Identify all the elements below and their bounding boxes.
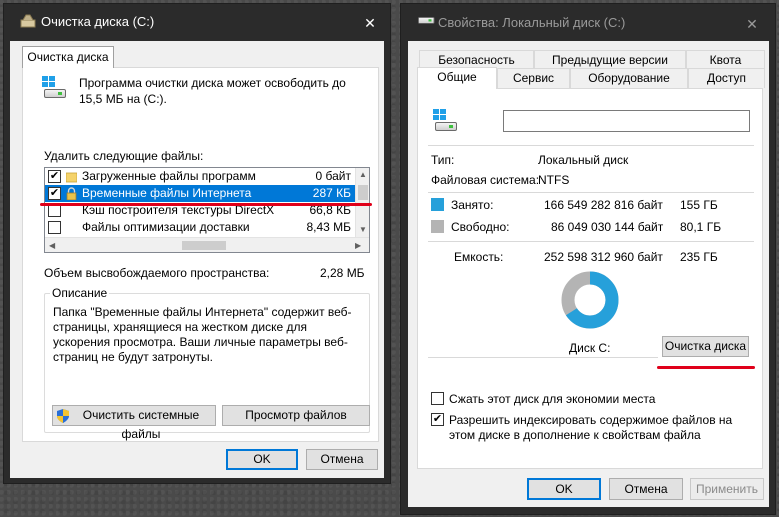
type-value: Локальный диск <box>538 153 629 167</box>
description-text: Папка "Временные файлы Интернета" содерж… <box>53 305 352 364</box>
list-item[interactable]: Файлы оптимизации доставки 8,43 МБ <box>45 219 355 236</box>
index-checkbox[interactable]: ✔ <box>431 413 444 426</box>
files-list[interactable]: ✔ Загруженные файлы программ 0 байт ✔ Вр… <box>44 167 370 253</box>
used-bytes: 166 549 282 816 байт <box>544 198 663 212</box>
properties-close-button[interactable]: ✕ <box>736 13 768 35</box>
free-label: Свободно: <box>451 220 510 234</box>
tab-previous-versions[interactable]: Предыдущие версии <box>534 50 686 70</box>
apply-button[interactable]: Применить <box>690 478 764 500</box>
index-label: Разрешить индексировать содержимое файло… <box>449 413 733 442</box>
disk-usage-donut <box>561 271 619 329</box>
compress-checkbox[interactable] <box>431 392 444 405</box>
file-checkbox[interactable] <box>48 221 61 234</box>
free-bytes: 86 049 030 144 байт <box>551 220 664 234</box>
properties-titlebar[interactable]: Свойства: Локальный диск (C:) ✕ <box>401 4 775 41</box>
disk-cleanup-window: Очистка диска (C:) ✕ Очистка диска Прогр… <box>3 3 391 484</box>
disk-cleanup-titlebar[interactable]: Очистка диска (C:) ✕ <box>4 4 390 41</box>
description-title: Описание <box>50 286 110 300</box>
used-color-swatch <box>431 198 444 211</box>
disk-cleanup-panel: Программа очистки диска может освободить… <box>22 67 379 442</box>
clean-system-files-button[interactable]: Очистить системные файлы <box>52 405 216 441</box>
scroll-right-icon[interactable]: ▶ <box>355 241 361 250</box>
cancel-button[interactable]: Отмена <box>306 449 378 470</box>
separator <box>428 145 754 146</box>
scroll-down-icon[interactable]: ▼ <box>359 225 367 234</box>
drive-title-icon <box>415 11 435 31</box>
disk-cleanup-app-icon <box>20 14 36 28</box>
list-item[interactable]: ✔ Загруженные файлы программ 0 байт <box>45 168 355 185</box>
free-color-swatch <box>431 220 444 233</box>
used-size: 155 ГБ <box>680 198 718 212</box>
capacity-bytes: 252 598 312 960 байт <box>544 250 663 264</box>
space-freed-label: Объем высвобождаемого пространства: <box>44 266 270 280</box>
scroll-thumb[interactable] <box>358 185 368 200</box>
tab-general[interactable]: Общие <box>417 67 497 89</box>
disk-label: Диск C: <box>569 341 611 355</box>
separator <box>428 192 754 193</box>
scroll-up-icon[interactable]: ▲ <box>359 170 367 179</box>
space-freed-value: 2,28 МБ <box>320 266 365 280</box>
type-label: Тип: <box>431 153 455 167</box>
ok-button[interactable]: OK <box>527 478 601 500</box>
separator <box>428 357 658 358</box>
horizontal-scrollbar[interactable]: ◀ ▶ <box>45 237 369 252</box>
red-underline-annotation <box>40 203 372 206</box>
tab-quota[interactable]: Квота <box>686 50 765 70</box>
ok-button[interactable]: OK <box>226 449 298 470</box>
tab-tools[interactable]: Сервис <box>497 68 570 88</box>
tab-disk-cleanup[interactable]: Очистка диска <box>22 46 114 68</box>
scroll-left-icon[interactable]: ◀ <box>49 241 55 250</box>
disk-cleanup-title: Очистка диска (C:) <box>41 14 155 29</box>
tab-hardware[interactable]: Оборудование <box>570 68 688 88</box>
free-size: 80,1 ГБ <box>680 220 722 234</box>
properties-window: Свойства: Локальный диск (C:) ✕ Безопасн… <box>400 3 776 515</box>
disk-cleanup-button[interactable]: Очистка диска <box>662 336 749 357</box>
tab-sharing[interactable]: Доступ <box>688 68 765 88</box>
folder-icon <box>66 172 77 183</box>
list-item[interactable]: ✔ Временные файлы Интернета 287 КБ <box>45 185 355 202</box>
used-label: Занято: <box>451 198 494 212</box>
capacity-size: 235 ГБ <box>680 250 718 264</box>
file-checkbox[interactable]: ✔ <box>48 187 61 200</box>
drive-icon <box>431 109 457 135</box>
lock-icon <box>66 187 77 200</box>
view-files-button[interactable]: Просмотр файлов <box>222 405 370 426</box>
drive-icon <box>40 76 66 102</box>
properties-title: Свойства: Локальный диск (C:) <box>438 15 626 30</box>
cancel-button[interactable]: Отмена <box>609 478 683 500</box>
disk-cleanup-client: Очистка диска Программа очистки диска мо… <box>10 41 384 478</box>
files-to-delete-label: Удалить следующие файлы: <box>44 149 204 163</box>
separator <box>428 241 754 242</box>
volume-name-input[interactable] <box>503 110 750 132</box>
scroll-thumb[interactable] <box>182 241 226 250</box>
properties-client: Безопасность Предыдущие версии Квота Сер… <box>408 41 769 507</box>
red-underline-annotation <box>657 366 755 369</box>
cleanup-summary: Программа очистки диска может освободить… <box>79 76 346 106</box>
file-checkbox[interactable]: ✔ <box>48 170 61 183</box>
disk-cleanup-close-button[interactable]: ✕ <box>354 12 386 34</box>
shield-icon <box>57 409 69 423</box>
capacity-label: Емкость: <box>454 250 504 264</box>
general-panel: Тип: Локальный диск Файловая система: NT… <box>417 88 763 469</box>
filesystem-value: NTFS <box>538 173 570 187</box>
filesystem-label: Файловая система: <box>431 173 540 187</box>
compress-label: Сжать этот диск для экономии места <box>449 392 656 406</box>
